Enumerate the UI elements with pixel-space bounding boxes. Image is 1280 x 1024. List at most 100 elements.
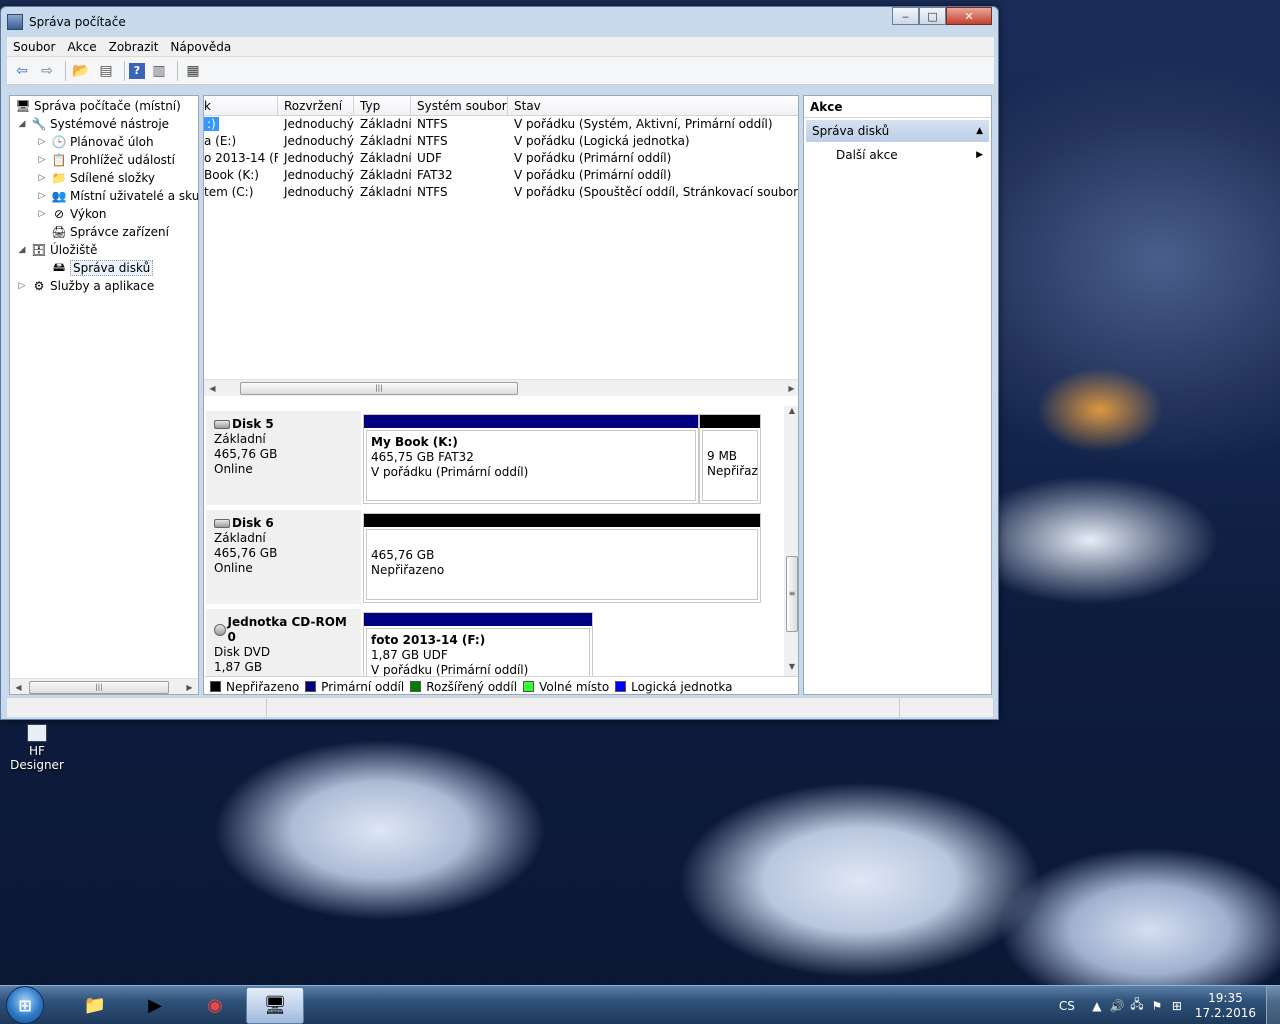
tree-item-system-tools[interactable]: ◢ 🔧 Systémové nástroje	[16, 115, 170, 133]
menu-akce[interactable]: Akce	[61, 40, 102, 54]
up-folder-icon[interactable]: 📂	[70, 60, 92, 82]
disk-5-info[interactable]: Disk 5 Základní 465,76 GB Online	[206, 411, 361, 505]
partition-my-book[interactable]: My Book (K:) 465,75 GB FAT32 V pořádku (…	[363, 414, 699, 504]
properties-icon[interactable]: ▦	[182, 60, 204, 82]
unallocated-9mb[interactable]: 9 MB Nepřiřaz	[699, 414, 761, 504]
tree-horizontal-scrollbar[interactable]: ◀ ||| ▶	[10, 678, 198, 694]
show-desktop-button[interactable]	[1266, 986, 1280, 1024]
actions-pane: Akce Správa disků ▲ Další akce ▶	[803, 95, 992, 695]
disk-6-info[interactable]: Disk 6 Základní 465,76 GB Online	[206, 510, 361, 604]
scroll-left-icon[interactable]: ◀	[204, 384, 221, 393]
expand-arrow-icon[interactable]: ▷	[36, 137, 48, 147]
collapse-arrow-icon[interactable]: ◢	[16, 245, 28, 255]
legend-label: Primární oddíl	[321, 679, 405, 694]
windows-update-icon[interactable]: ⊞	[1167, 999, 1187, 1013]
action-center-flag-icon[interactable]: ⚑	[1147, 999, 1167, 1013]
volume-list-horizontal-scrollbar[interactable]: ◀ ||| ▶	[204, 379, 798, 396]
tree-item-local-users[interactable]: ▷👥Místní uživatelé a skupiny	[36, 187, 198, 205]
partition-foto[interactable]: foto 2013-14 (F:) 1,87 GB UDF V pořádku …	[363, 612, 593, 676]
show-hide-tree-icon[interactable]: ▤	[95, 60, 117, 82]
toolbar-separator	[124, 60, 125, 81]
partition-status: V pořádku (Primární oddíl)	[371, 465, 529, 479]
show-hidden-icons-icon[interactable]: ▲	[1087, 999, 1107, 1013]
expand-arrow-icon[interactable]: ▷	[16, 281, 28, 291]
scroll-up-icon[interactable]: ▲	[784, 406, 798, 420]
table-row[interactable]: :) Jednoduchý Základní NTFS V pořádku (S…	[204, 116, 798, 133]
close-button[interactable]: ✕	[946, 7, 992, 25]
collapse-arrow-icon[interactable]: ◢	[16, 119, 28, 129]
column-volume[interactable]: k	[204, 96, 278, 116]
scroll-thumb[interactable]: |||	[29, 681, 169, 694]
clock[interactable]: 19:35 17.2.2016	[1195, 991, 1256, 1021]
task-scheduler-icon: 🕒	[51, 135, 67, 149]
tree-item-storage[interactable]: ◢ 🗄 Úložiště	[16, 241, 98, 259]
tree-item-event-viewer[interactable]: ▷ 📋 Prohlížeč událostí	[36, 151, 175, 169]
cdrom-info[interactable]: Jednotka CD-ROM 0 Disk DVD 1,87 GB Onlin…	[206, 609, 361, 676]
tree-item-task-scheduler[interactable]: ▷ 🕒 Plánovač úloh	[36, 133, 154, 151]
unallocated-disk-6[interactable]: 465,76 GB Nepřiřazeno	[363, 513, 761, 603]
menu-soubor[interactable]: Soubor	[7, 40, 61, 54]
table-row[interactable]: tem (C:) Jednoduchý Základní NTFS V pořá…	[204, 184, 798, 201]
minimize-button[interactable]: ‒	[892, 7, 919, 25]
status-cell: V pořádku (Primární oddíl)	[514, 151, 672, 165]
table-row[interactable]: a (E:) Jednoduchý Základní NTFS V pořádk…	[204, 133, 798, 150]
column-layout[interactable]: Rozvržení	[278, 96, 354, 116]
scroll-thumb[interactable]: ≡	[786, 556, 798, 632]
taskbar-computer-management-icon[interactable]: 🖥	[246, 986, 304, 1024]
collapse-up-icon[interactable]: ▲	[976, 126, 983, 136]
tree-item-computer-management[interactable]: 🖥 Správa počítače (místní)	[12, 97, 180, 115]
menu-zobrazit[interactable]: Zobrazit	[103, 40, 165, 54]
tree-item-performance[interactable]: ▷ ⊘ Výkon	[36, 205, 107, 223]
taskbar-explorer-icon[interactable]: 📁	[66, 987, 124, 1024]
actions-section-disk-management[interactable]: Správa disků ▲	[806, 120, 989, 142]
help-icon[interactable]: ?	[129, 62, 145, 79]
status-cell: V pořádku (Logická jednotka)	[514, 134, 690, 148]
forward-arrow-icon[interactable]: ⇨	[36, 60, 58, 82]
volume-icon[interactable]: 🔊	[1107, 999, 1127, 1013]
disk-name: Disk 6	[232, 516, 274, 530]
type-cell: Základní	[360, 151, 411, 165]
scroll-down-icon[interactable]: ▼	[784, 662, 798, 676]
legend-swatch-primary	[305, 681, 317, 692]
desktop-icon-label: HF Designer	[10, 744, 64, 772]
system-tray: CS ▲ 🔊 🖧 ⚑ ⊞ 19:35 17.2.2016	[1059, 986, 1280, 1024]
table-row[interactable]: o 2013-14 (F:) Jednoduchý Základní UDF V…	[204, 150, 798, 167]
scroll-thumb[interactable]: |||	[240, 382, 518, 395]
scroll-right-icon[interactable]: ▶	[783, 384, 798, 393]
hard-disk-icon	[214, 519, 230, 528]
menu-bar: Soubor Akce Zobrazit Nápověda	[7, 37, 994, 57]
scroll-right-icon[interactable]: ▶	[181, 683, 198, 692]
table-row[interactable]: Book (K:) Jednoduchý Základní FAT32 V po…	[204, 167, 798, 184]
desktop-icon-hf-designer[interactable]: HF Designer	[4, 724, 70, 772]
column-filesystem[interactable]: Systém souborů	[411, 96, 508, 116]
language-indicator[interactable]: CS	[1059, 999, 1075, 1013]
expand-arrow-icon[interactable]: ▷	[36, 155, 48, 165]
partition-size: 465,76 GB	[371, 548, 435, 562]
disk-view-vertical-scrollbar[interactable]: ▲ ≡ ▼	[784, 406, 798, 676]
maximize-button[interactable]: □	[919, 7, 946, 25]
start-button[interactable]: ⊞	[6, 986, 44, 1024]
tree-item-device-manager[interactable]: 🖨 Správce zařízení	[48, 223, 169, 241]
show-hide-action-pane-icon[interactable]: ▥	[148, 60, 170, 82]
column-status[interactable]: Stav	[508, 96, 798, 116]
scroll-left-icon[interactable]: ◀	[10, 683, 27, 692]
app-icon	[7, 14, 23, 30]
tree-item-shared-folders[interactable]: ▷ 📁 Sdílené složky	[36, 169, 155, 187]
taskbar-chrome-icon[interactable]: ◉	[186, 987, 244, 1024]
back-arrow-icon[interactable]: ⇦	[11, 60, 33, 82]
console-tree: 🖥 Správa počítače (místní) ◢ 🔧 Systémové ná…	[9, 95, 199, 695]
column-type[interactable]: Typ	[354, 96, 411, 116]
network-icon[interactable]: 🖧	[1127, 995, 1147, 1016]
title-bar[interactable]: Správa počítače ‒ □ ✕	[1, 7, 998, 37]
expand-arrow-icon[interactable]: ▷	[36, 191, 48, 201]
taskbar-media-player-icon[interactable]: ▶	[126, 987, 184, 1024]
partition-size: 465,75 GB FAT32	[371, 450, 474, 464]
tree-item-disk-management[interactable]: 🖴 Správa disků	[48, 259, 154, 277]
tree-item-services-apps[interactable]: ▷ ⚙ Služby a aplikace	[16, 277, 155, 295]
volume-cell: a (E:)	[204, 134, 237, 148]
expand-arrow-icon[interactable]: ▷	[36, 173, 48, 183]
menu-napoveda[interactable]: Nápověda	[164, 40, 237, 54]
expand-arrow-icon[interactable]: ▷	[36, 209, 48, 219]
filesystem-cell: NTFS	[417, 134, 448, 148]
more-actions-item[interactable]: Další akce ▶	[804, 144, 991, 166]
